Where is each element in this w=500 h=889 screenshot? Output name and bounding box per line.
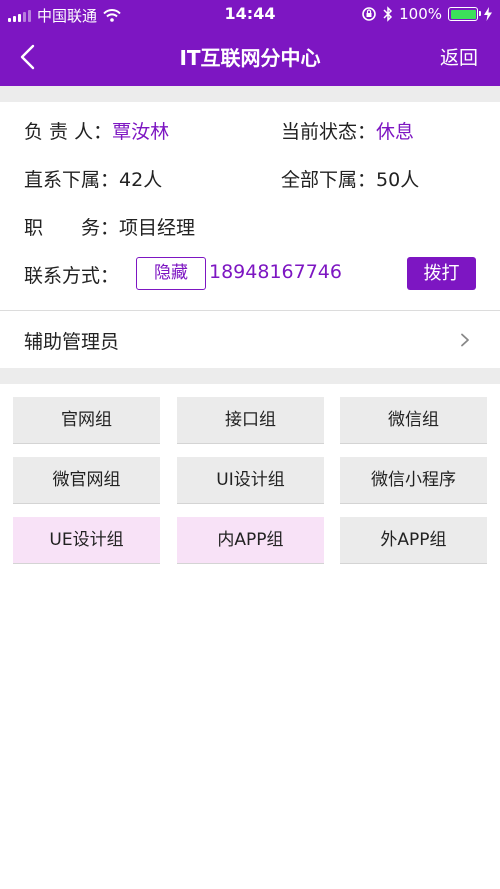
section-divider <box>0 86 500 102</box>
group-button[interactable]: 官网组 <box>13 397 160 444</box>
return-button[interactable]: 返回 <box>440 43 478 70</box>
all-subordinates-value: 50人 <box>376 169 420 191</box>
phone-number[interactable]: 18948167746 <box>209 261 342 283</box>
dial-button[interactable]: 拨打 <box>407 257 476 290</box>
direct-subordinates-row: 直系下属：42人 <box>24 165 162 192</box>
status-value: 休息 <box>376 121 415 143</box>
direct-subordinates-label: 直系下属： <box>24 169 120 191</box>
position-row: 职 务：项目经理 <box>24 213 195 240</box>
group-button[interactable]: 接口组 <box>177 397 324 444</box>
navigation-bar: IT互联网分中心 返回 <box>0 28 500 86</box>
all-subordinates-label: 全部下属： <box>281 169 377 191</box>
page-title: IT互联网分中心 <box>179 46 321 70</box>
direct-subordinates-value: 42人 <box>119 169 163 191</box>
app-header: 中国联通 14:44 100% IT互联网分中心 返回 <box>0 0 500 86</box>
status-row: 当前状态：休息 <box>281 117 414 144</box>
bluetooth-icon <box>383 6 393 22</box>
position-value: 项目经理 <box>119 217 196 239</box>
group-button[interactable]: UI设计组 <box>177 457 324 504</box>
back-chevron-icon[interactable] <box>16 44 40 70</box>
assistant-admin-row[interactable]: 辅助管理员 <box>0 310 500 368</box>
manager-label: 负 责 人： <box>24 121 113 143</box>
group-button[interactable]: 微信组 <box>340 397 487 444</box>
manager-name: 覃汝林 <box>112 121 170 143</box>
group-button[interactable]: 微信小程序 <box>340 457 487 504</box>
status-label: 当前状态： <box>281 121 377 143</box>
group-button[interactable]: 内APP组 <box>177 517 324 564</box>
section-divider <box>0 368 500 384</box>
status-bar: 中国联通 14:44 100% <box>0 0 500 28</box>
manager-row: 负 责 人：覃汝林 <box>24 117 169 144</box>
hide-button[interactable]: 隐藏 <box>136 257 206 290</box>
assistant-admin-label: 辅助管理员 <box>24 331 120 353</box>
orientation-lock-icon <box>362 7 376 21</box>
charging-icon <box>484 7 492 21</box>
battery-icon <box>448 7 481 21</box>
chevron-right-icon <box>461 333 469 347</box>
group-button[interactable]: 微官网组 <box>13 457 160 504</box>
group-button[interactable]: 外APP组 <box>340 517 487 564</box>
contact-label: 联系方式： <box>24 265 120 287</box>
battery-percent: 100% <box>399 5 442 23</box>
group-button[interactable]: UE设计组 <box>13 517 160 564</box>
all-subordinates-row: 全部下属：50人 <box>281 165 419 192</box>
position-label: 职 务： <box>24 217 120 239</box>
